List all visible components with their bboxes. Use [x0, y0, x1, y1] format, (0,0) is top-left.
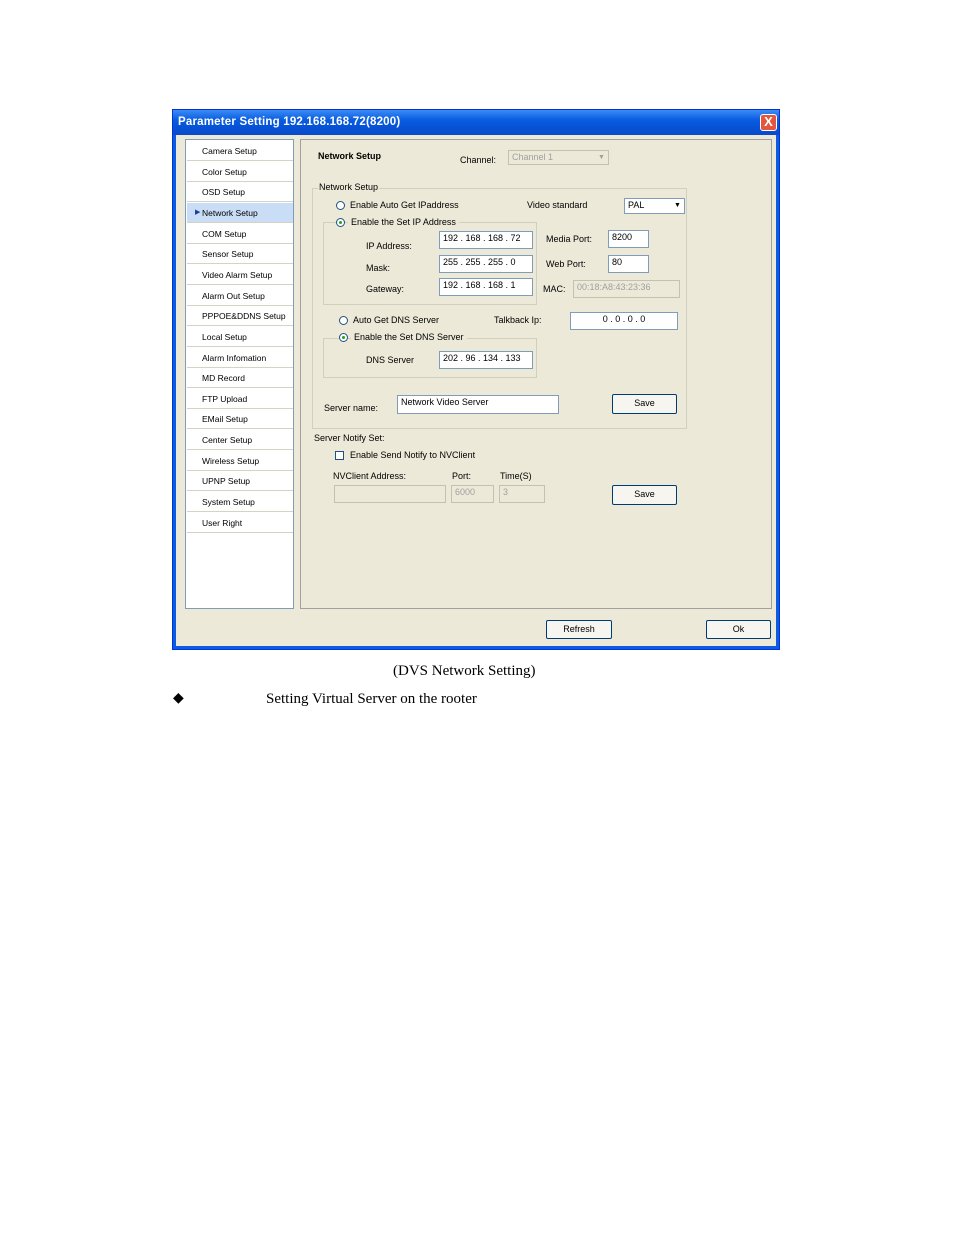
sidebar-item[interactable]: Camera Setup: [187, 141, 293, 161]
chevron-down-icon: ▼: [672, 200, 683, 211]
sidebar-item-label: Sensor Setup: [202, 249, 254, 260]
channel-value: Channel 1: [512, 152, 554, 162]
sidebar-item[interactable]: Center Setup: [187, 430, 293, 451]
ok-button[interactable]: Ok: [706, 620, 771, 639]
media-port-label: Media Port:: [546, 234, 593, 244]
chevron-down-icon: ▼: [598, 154, 605, 161]
network-save-button[interactable]: Save: [612, 394, 677, 414]
enable-notify-checkbox[interactable]: [335, 451, 344, 460]
sidebar-item-label: System Setup: [202, 497, 255, 508]
auto-dns-radio[interactable]: [339, 316, 348, 325]
dns-label: DNS Server: [366, 355, 415, 365]
sidebar-item-label: Center Setup: [202, 435, 253, 446]
sidebar-item-label: FTP Upload: [202, 393, 248, 404]
auto-dns-label: Auto Get DNS Server: [353, 315, 440, 325]
close-button[interactable]: X: [760, 114, 777, 131]
network-group-label: Network Setup: [318, 182, 380, 192]
web-port-input[interactable]: 80: [608, 255, 649, 273]
main-panel: Network Setup Channel: Channel 1 ▼ Netwo…: [300, 139, 772, 609]
sidebar-item[interactable]: MD Record: [187, 368, 293, 389]
media-port-input[interactable]: 8200: [608, 230, 649, 248]
sidebar-item-label: MD Record: [202, 373, 245, 384]
mask-input[interactable]: 255 . 255 . 255 . 0: [439, 255, 533, 273]
port-label: Port:: [452, 471, 472, 481]
talkback-ip-input[interactable]: 0 . 0 . 0 . 0: [570, 312, 678, 330]
ip-address-input[interactable]: 192 . 168 . 168 . 72: [439, 231, 533, 249]
gateway-label: Gateway:: [366, 284, 405, 294]
sidebar-item[interactable]: Alarm Out Setup: [187, 286, 293, 306]
set-dns-label: Enable the Set DNS Server: [351, 332, 467, 342]
sidebar-item[interactable]: ▶ Network Setup: [187, 202, 293, 223]
set-ip-radio[interactable]: [336, 218, 345, 227]
notify-port-input[interactable]: 6000: [451, 485, 494, 503]
dns-server-input[interactable]: 202 . 96 . 134 . 133: [439, 351, 533, 369]
figure-caption: (DVS Network Setting): [393, 663, 536, 679]
sidebar-item-label: COM Setup: [202, 228, 247, 239]
sidebar-item[interactable]: Sensor Setup: [187, 244, 293, 265]
chevron-right-icon: ▶: [195, 208, 201, 216]
sidebar-item-label: Color Setup: [202, 166, 247, 177]
sidebar-item-label: Network Setup: [202, 207, 258, 218]
talkback-label: Talkback Ip:: [494, 315, 542, 325]
sidebar-item[interactable]: User Right: [187, 513, 293, 533]
panel-title: Network Setup: [318, 151, 382, 161]
refresh-button[interactable]: Refresh: [546, 620, 612, 639]
enable-notify-label: Enable Send Notify to NVClient: [350, 450, 476, 460]
sidebar-item[interactable]: Alarm Infomation: [187, 348, 293, 368]
sidebar-item-label: Alarm Out Setup: [202, 290, 265, 301]
server-name-input[interactable]: Network Video Server: [397, 395, 559, 414]
title-bar[interactable]: Parameter Setting 192.168.168.72(8200) X: [173, 110, 779, 135]
sidebar-item-label: User Right: [202, 517, 243, 528]
ip-label: IP Address:: [366, 241, 412, 251]
nvclient-address-label: NVClient Address:: [333, 471, 407, 481]
notify-save-button[interactable]: Save: [612, 485, 677, 505]
bullet-icon: ◆: [173, 691, 184, 706]
notify-time-input[interactable]: 3: [499, 485, 545, 503]
sidebar-item-label: OSD Setup: [202, 187, 245, 198]
parameter-setting-window: Parameter Setting 192.168.168.72(8200) X…: [172, 109, 780, 650]
window-title: Parameter Setting 192.168.168.72(8200): [178, 116, 401, 128]
sidebar-item[interactable]: System Setup: [187, 492, 293, 513]
sidebar-item[interactable]: UPNP Setup: [187, 471, 293, 492]
sidebar-item[interactable]: Color Setup: [187, 162, 293, 182]
set-dns-radio[interactable]: [339, 333, 348, 342]
sidebar-item[interactable]: PPPOE&DDNS Setup: [187, 306, 293, 327]
sidebar-item-label: Wireless Setup: [202, 455, 260, 466]
sidebar-menu: Camera Setup Color Setup OSD Setup ▶ Network…: [185, 139, 294, 609]
bullet-text: Setting Virtual Server on the rooter: [266, 691, 477, 707]
channel-select[interactable]: Channel 1 ▼: [508, 150, 609, 165]
sidebar-item-label: Alarm Infomation: [202, 352, 267, 363]
sidebar-item[interactable]: Local Setup: [187, 327, 293, 347]
set-ip-label: Enable the Set IP Address: [348, 217, 459, 227]
sidebar-item[interactable]: Wireless Setup: [187, 451, 293, 471]
sidebar-item[interactable]: Video Alarm Setup: [187, 265, 293, 285]
auto-ip-radio[interactable]: [336, 201, 345, 210]
channel-label: Channel:: [460, 155, 497, 165]
server-name-label: Server name:: [324, 403, 379, 413]
sidebar-item[interactable]: EMail Setup: [187, 409, 293, 430]
sidebar-item[interactable]: FTP Upload: [187, 389, 293, 409]
sidebar-item-label: Camera Setup: [202, 146, 257, 156]
sidebar-item-label: UPNP Setup: [202, 476, 251, 487]
sidebar-item-label: EMail Setup: [202, 414, 248, 425]
sidebar-item-label: Local Setup: [202, 331, 247, 342]
video-standard-select[interactable]: PAL ▼: [624, 198, 685, 214]
web-port-label: Web Port:: [546, 259, 586, 269]
sidebar-item[interactable]: OSD Setup: [187, 182, 293, 203]
time-label: Time(S): [500, 471, 532, 481]
gateway-input[interactable]: 192 . 168 . 168 . 1: [439, 278, 533, 296]
auto-ip-label: Enable Auto Get IPaddress: [350, 200, 459, 210]
notify-group-label: Server Notify Set:: [314, 433, 385, 443]
video-standard-value: PAL: [628, 200, 645, 210]
mac-label: MAC:: [543, 284, 566, 294]
nvclient-address-input[interactable]: [334, 485, 446, 503]
mac-input[interactable]: 00:18:A8:43:23:36: [573, 280, 680, 298]
sidebar-item-label: Video Alarm Setup: [202, 269, 273, 280]
sidebar-item[interactable]: COM Setup: [187, 224, 293, 244]
video-standard-label: Video standard: [527, 200, 588, 210]
sidebar-item-label: PPPOE&DDNS Setup: [202, 311, 286, 322]
mask-label: Mask:: [366, 263, 391, 273]
